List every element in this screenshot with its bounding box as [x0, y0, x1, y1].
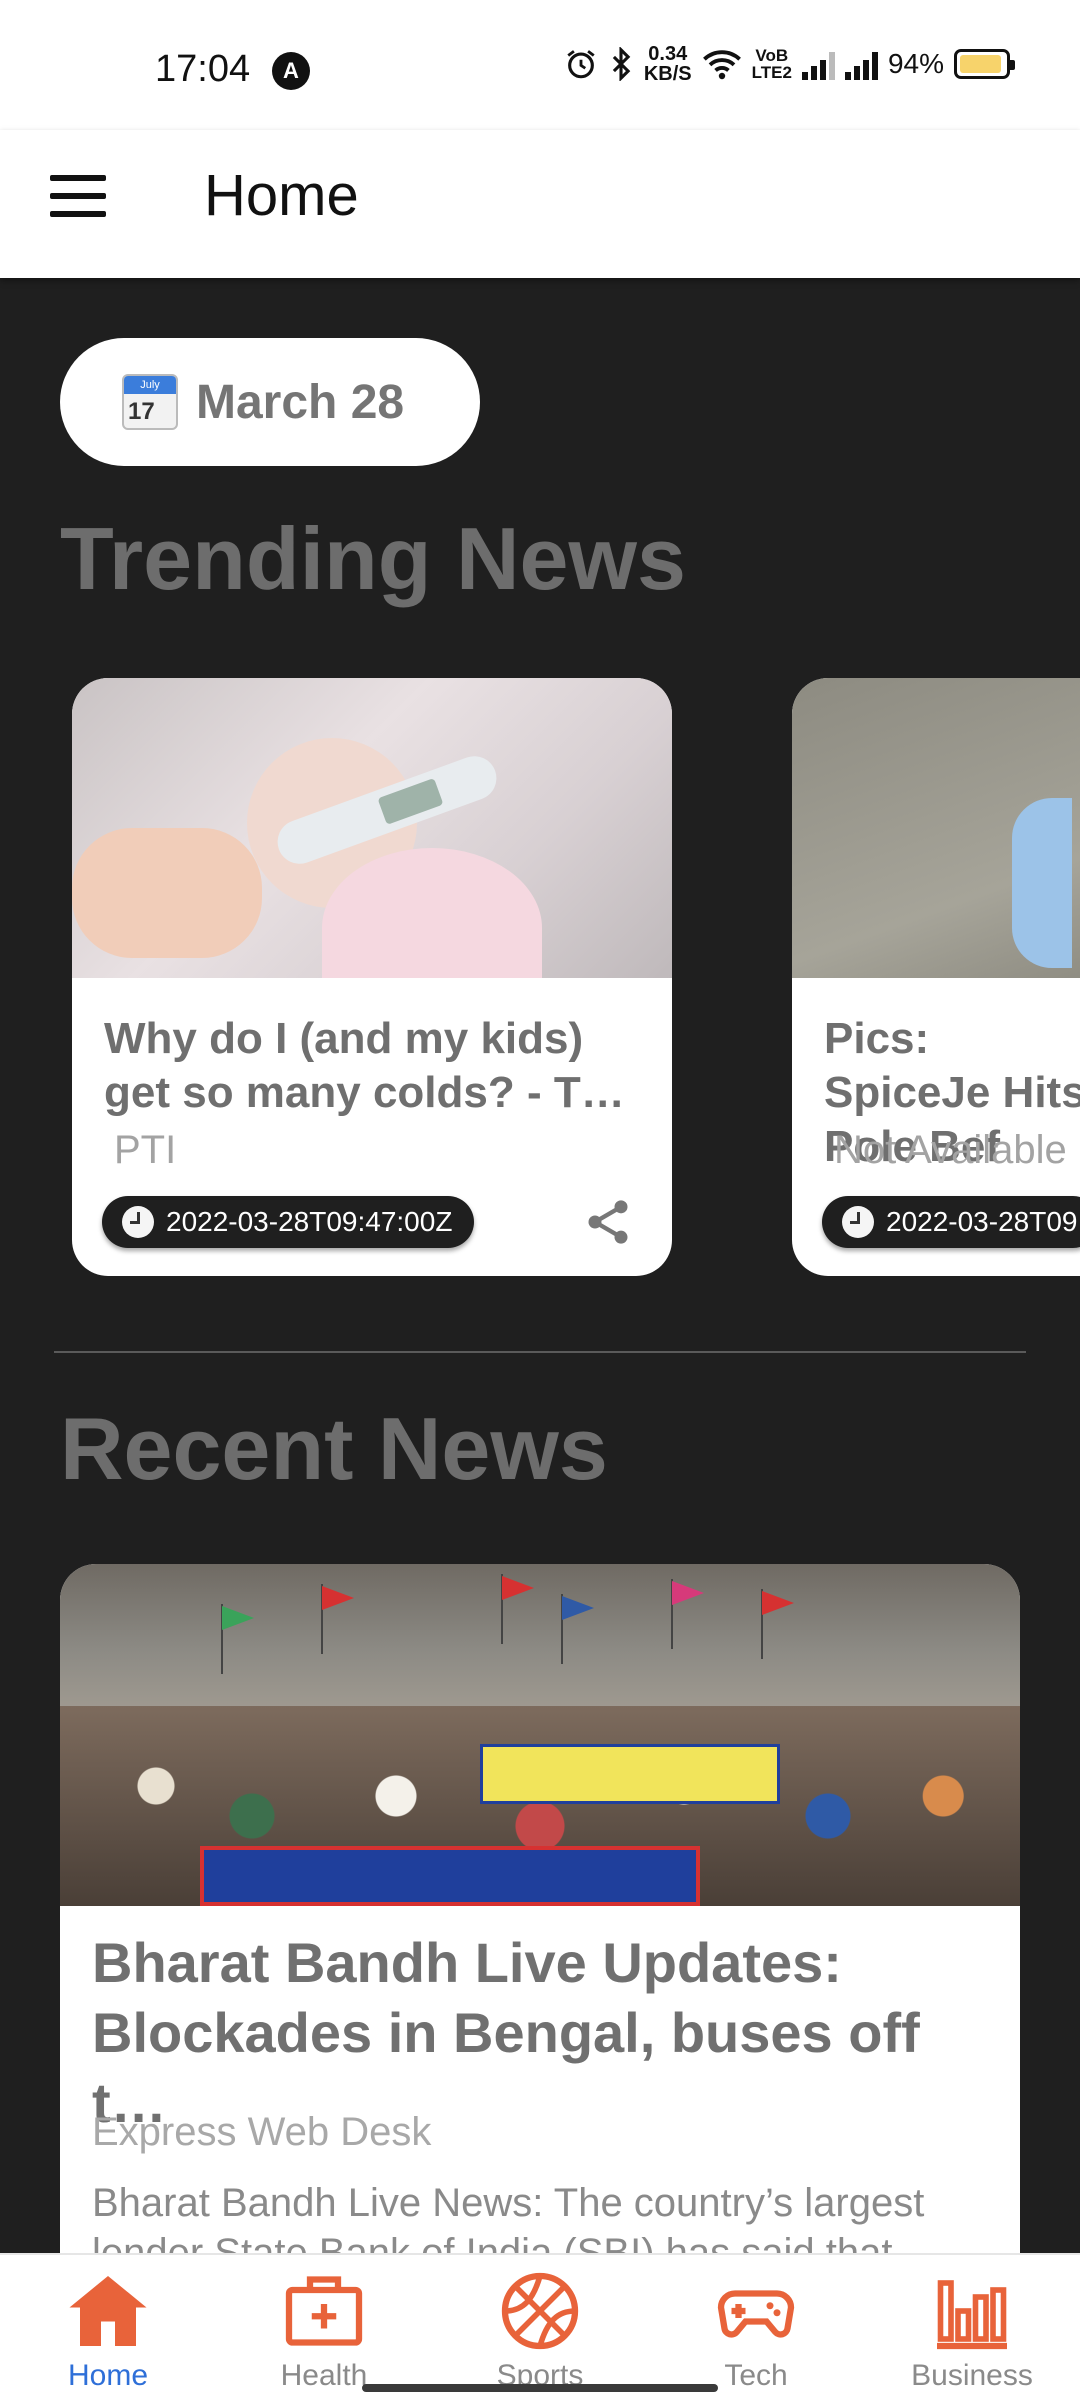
section-divider	[54, 1351, 1026, 1353]
nav-health[interactable]: Health	[216, 2255, 432, 2400]
clock-icon	[122, 1206, 154, 1238]
date-chip: July 17 March 28	[60, 338, 480, 466]
app-bar: Home	[0, 130, 1080, 278]
status-time: 17:04	[155, 48, 251, 90]
news-thumbnail	[792, 678, 1080, 978]
app-notification-icon: A	[272, 52, 310, 90]
recent-news-heading: Recent News	[60, 1399, 608, 1498]
news-source: PTI	[114, 1128, 177, 1172]
nav-label: Tech	[724, 2359, 788, 2392]
bar-chart-icon	[937, 2280, 1007, 2350]
gesture-home-indicator[interactable]	[362, 2384, 718, 2392]
nav-sports[interactable]: Sports	[432, 2255, 648, 2400]
trending-card[interactable]: Why do I (and my kids) get so many colds…	[72, 678, 672, 1276]
trending-news-heading: Trending News	[60, 509, 686, 608]
battery-fill	[960, 55, 1002, 73]
battery-percent: 94%	[887, 48, 944, 79]
basketball-icon	[501, 2272, 579, 2350]
nav-label: Home	[67, 2359, 149, 2392]
home-icon	[69, 2276, 147, 2346]
network-speed-value: 0.34	[648, 43, 688, 65]
published-time-chip: 2022-03-28T09	[822, 1196, 1080, 1248]
volte-top: VoB	[755, 46, 789, 65]
calendar-month: July	[124, 376, 176, 394]
nav-home[interactable]: Home	[0, 2255, 216, 2400]
network-speed: 0.34 KB/S	[644, 44, 692, 84]
medical-kit-icon	[285, 2276, 363, 2346]
share-icon[interactable]	[582, 1196, 634, 1248]
gamepad-icon	[717, 2290, 795, 2338]
signal-icon	[844, 48, 878, 80]
nav-business[interactable]: Business	[864, 2255, 1080, 2400]
clock-icon	[842, 1206, 874, 1238]
news-description: Bharat Bandh Live News: The country’s la…	[92, 2181, 925, 2253]
recent-card[interactable]: Bharat Bandh Live Updates: Blockades in …	[60, 1564, 1020, 2253]
volte-indicator: VoB LTE2	[752, 47, 792, 81]
news-title: Why do I (and my kids) get so many colds…	[104, 1014, 625, 1117]
wifi-icon	[702, 50, 741, 80]
nav-label: Health	[280, 2359, 368, 2392]
nav-label: Business	[911, 2359, 1033, 2392]
volte-bottom: LTE2	[751, 63, 792, 82]
status-bar: 17:04 A 0.34 KB/S VoB LTE2 94%	[0, 0, 1080, 130]
published-time: 2022-03-28T09:47:00Z	[166, 1206, 453, 1237]
main-content[interactable]: July 17 March 28 Trending News Why do I …	[0, 278, 1080, 2253]
alarm-icon	[567, 50, 595, 79]
status-icons: 0.34 KB/S VoB LTE2 94%	[564, 44, 1015, 84]
page-title: Home	[204, 163, 359, 228]
news-title: Bharat Bandh Live Updates: Blockades in …	[92, 1931, 920, 2134]
bottom-navigation: Home Health Sports Tech Business	[0, 2253, 1080, 2400]
news-source: Not Available	[834, 1128, 1067, 1172]
bluetooth-icon	[612, 47, 631, 81]
date-label: March 28	[196, 375, 405, 429]
hamburger-menu-icon[interactable]	[50, 175, 106, 217]
trending-card[interactable]: Pics: SpiceJe Hits Pole Bef Not Availabl…	[792, 678, 1080, 1276]
news-source: Express Web Desk	[92, 2110, 432, 2154]
news-thumbnail	[60, 1564, 1020, 1906]
published-time-chip: 2022-03-28T09:47:00Z	[102, 1196, 475, 1248]
nav-tech[interactable]: Tech	[648, 2255, 864, 2400]
calendar-day: 17	[128, 398, 155, 425]
battery-icon	[954, 49, 1015, 79]
news-thumbnail	[72, 678, 672, 978]
network-speed-unit: KB/S	[643, 63, 692, 85]
calendar-icon: July 17	[122, 374, 178, 430]
signal-icon	[801, 48, 835, 80]
published-time: 2022-03-28T09	[886, 1206, 1078, 1237]
